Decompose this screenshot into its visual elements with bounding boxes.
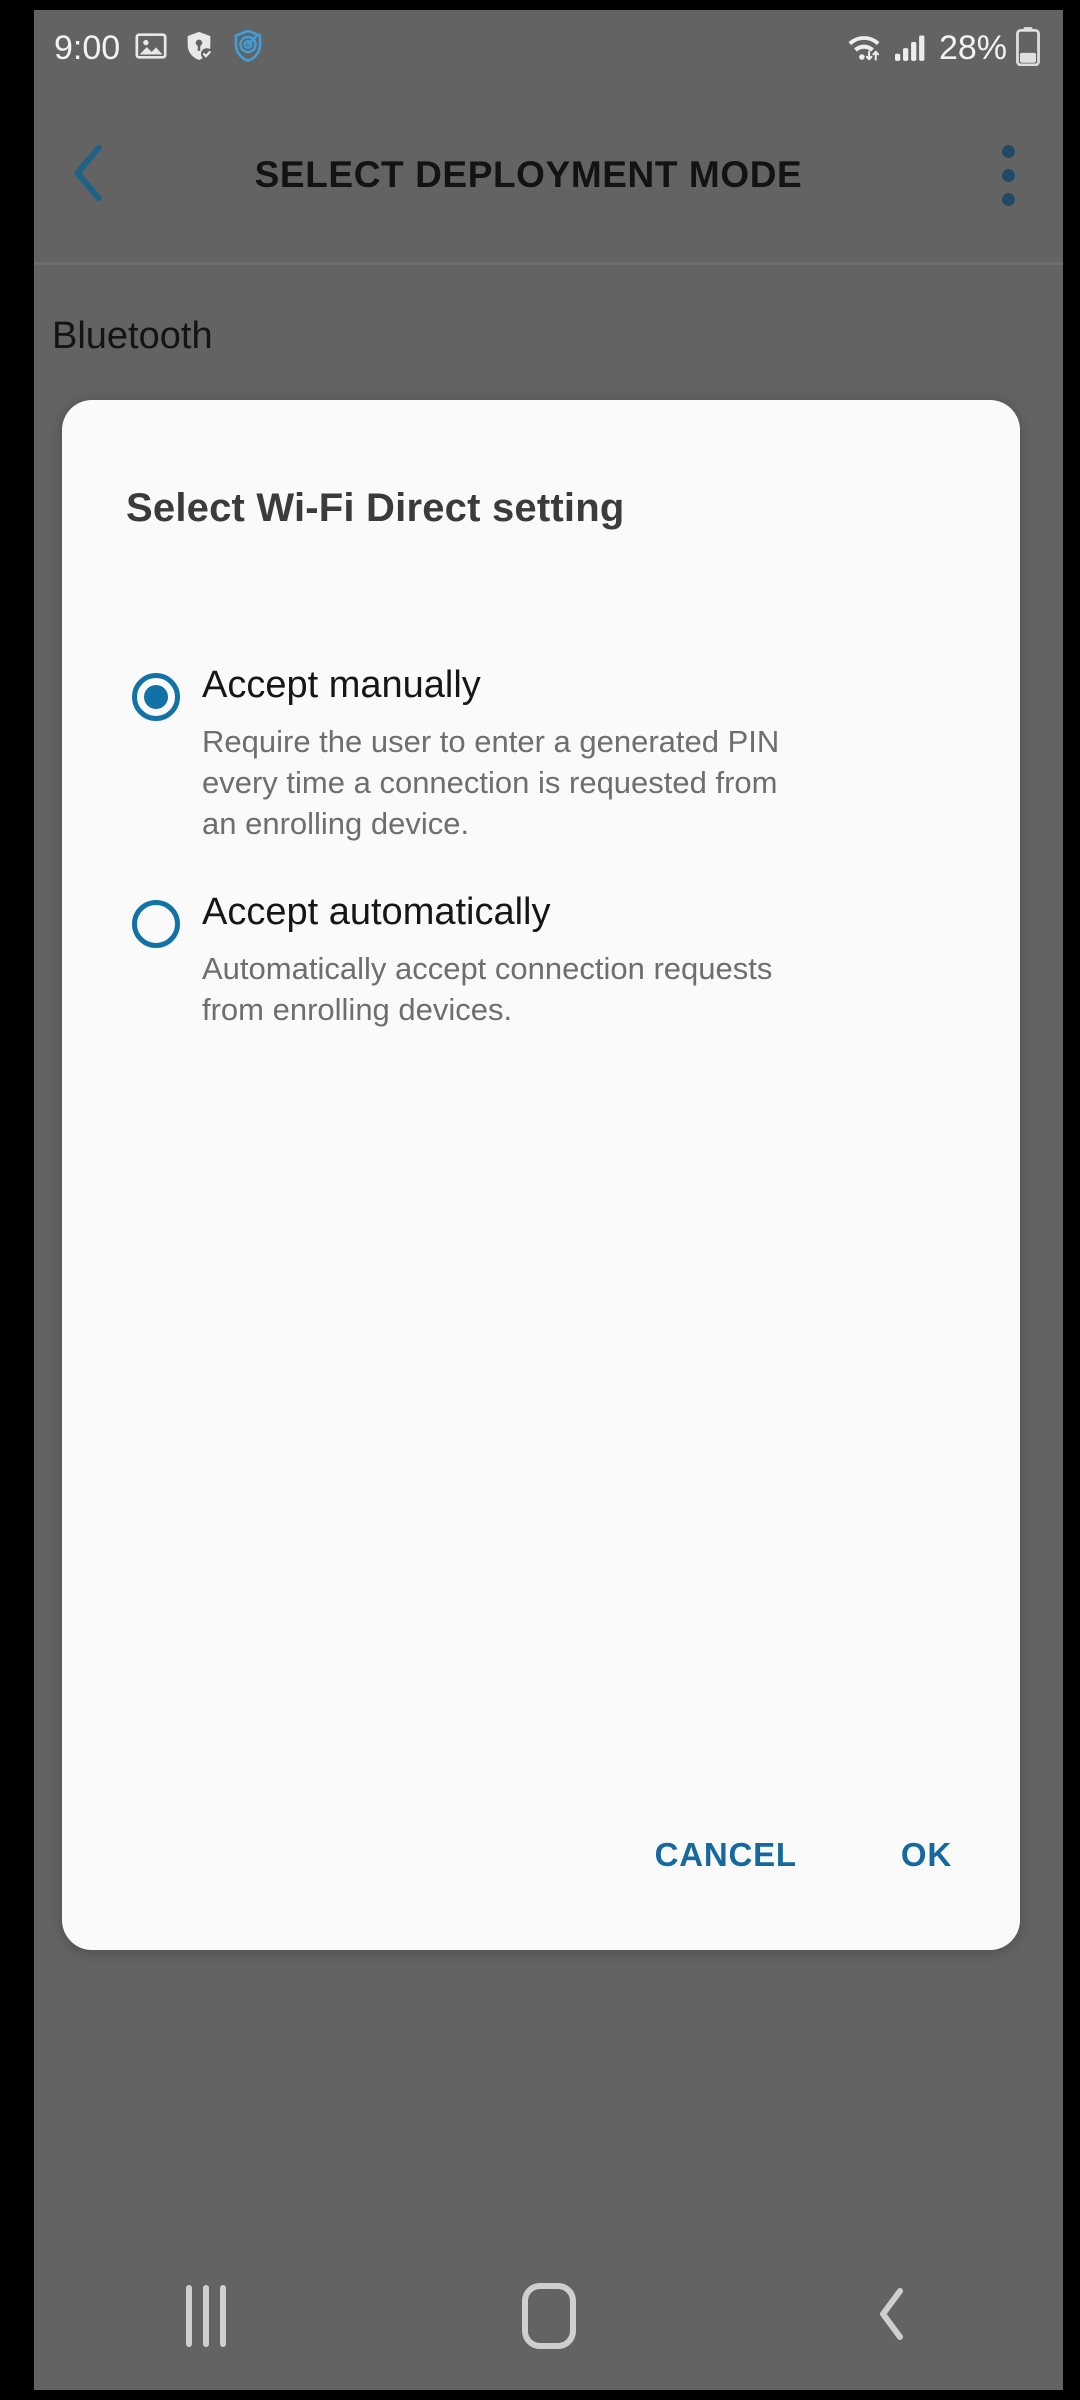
device-frame: 9:00 28% SELECT DEPLOYMENT MODE Bluetoot…	[0, 0, 1080, 2400]
knox-shield-key-icon	[182, 29, 216, 68]
option-body: Accept automatically Automatically accep…	[202, 892, 972, 1030]
option-description: Require the user to enter a generated PI…	[202, 723, 780, 842]
overflow-menu-icon	[1001, 192, 1015, 206]
nav-back-icon	[872, 2286, 912, 2347]
overflow-menu-icon	[1001, 168, 1015, 182]
dialog-title: Select Wi-Fi Direct setting	[126, 486, 625, 530]
cancel-button[interactable]: CANCEL	[649, 1826, 803, 1884]
radio-option-accept-automatically[interactable]: Accept automatically Automatically accep…	[110, 892, 972, 1030]
battery-icon	[1015, 26, 1041, 71]
option-body: Accept manually Require the user to ente…	[202, 664, 972, 844]
option-description: Automatically accept connection requests…	[202, 951, 773, 1028]
overflow-menu-button[interactable]	[953, 86, 1063, 264]
wifi-icon	[843, 29, 885, 68]
radio-group: Accept manually Require the user to ente…	[62, 664, 1020, 1031]
battery-percent-label: 28%	[938, 29, 1007, 67]
recents-button[interactable]	[116, 2242, 296, 2390]
status-bar: 9:00 28%	[34, 10, 1063, 86]
radio-option-accept-manually[interactable]: Accept manually Require the user to ente…	[110, 664, 972, 844]
dialog-actions: CANCEL OK	[62, 1826, 1020, 1950]
image-icon	[134, 29, 168, 68]
page-title: SELECT DEPLOYMENT MODE	[254, 154, 803, 195]
device-bezel-bottom	[0, 2390, 1080, 2400]
status-bar-clock: 9:00	[54, 29, 121, 67]
radio-button-accept-automatically[interactable]	[132, 900, 180, 949]
radio-inner-dot	[144, 685, 168, 709]
home-button[interactable]	[459, 2242, 639, 2390]
option-label: Accept manually	[202, 664, 481, 706]
device-bezel-top	[0, 0, 1080, 10]
device-bezel-right	[1063, 10, 1080, 2390]
radio-button-accept-manually[interactable]	[132, 673, 180, 721]
wifi-direct-setting-dialog: Select Wi-Fi Direct setting Accept manua…	[62, 400, 1020, 1950]
app-bar: SELECT DEPLOYMENT MODE	[34, 86, 1063, 264]
background-section-label: Bluetooth	[52, 315, 213, 357]
recents-icon	[185, 2285, 226, 2347]
ok-button[interactable]: OK	[895, 1826, 958, 1884]
option-label: Accept automatically	[202, 891, 551, 934]
radio-wrap	[110, 665, 202, 721]
home-icon	[521, 2283, 576, 2349]
device-bezel-left	[5, 10, 34, 2390]
status-bar-right: 28%	[843, 26, 1041, 71]
navigation-bar	[34, 2242, 1063, 2390]
cellular-signal-icon	[893, 29, 931, 68]
knox-shield-target-icon	[230, 28, 266, 69]
nav-back-button[interactable]	[802, 2242, 982, 2390]
phone-screen: 9:00 28% SELECT DEPLOYMENT MODE Bluetoot…	[34, 10, 1063, 2390]
radio-wrap	[110, 892, 202, 949]
overflow-menu-icon	[1001, 144, 1015, 158]
status-bar-left: 9:00	[54, 28, 266, 69]
